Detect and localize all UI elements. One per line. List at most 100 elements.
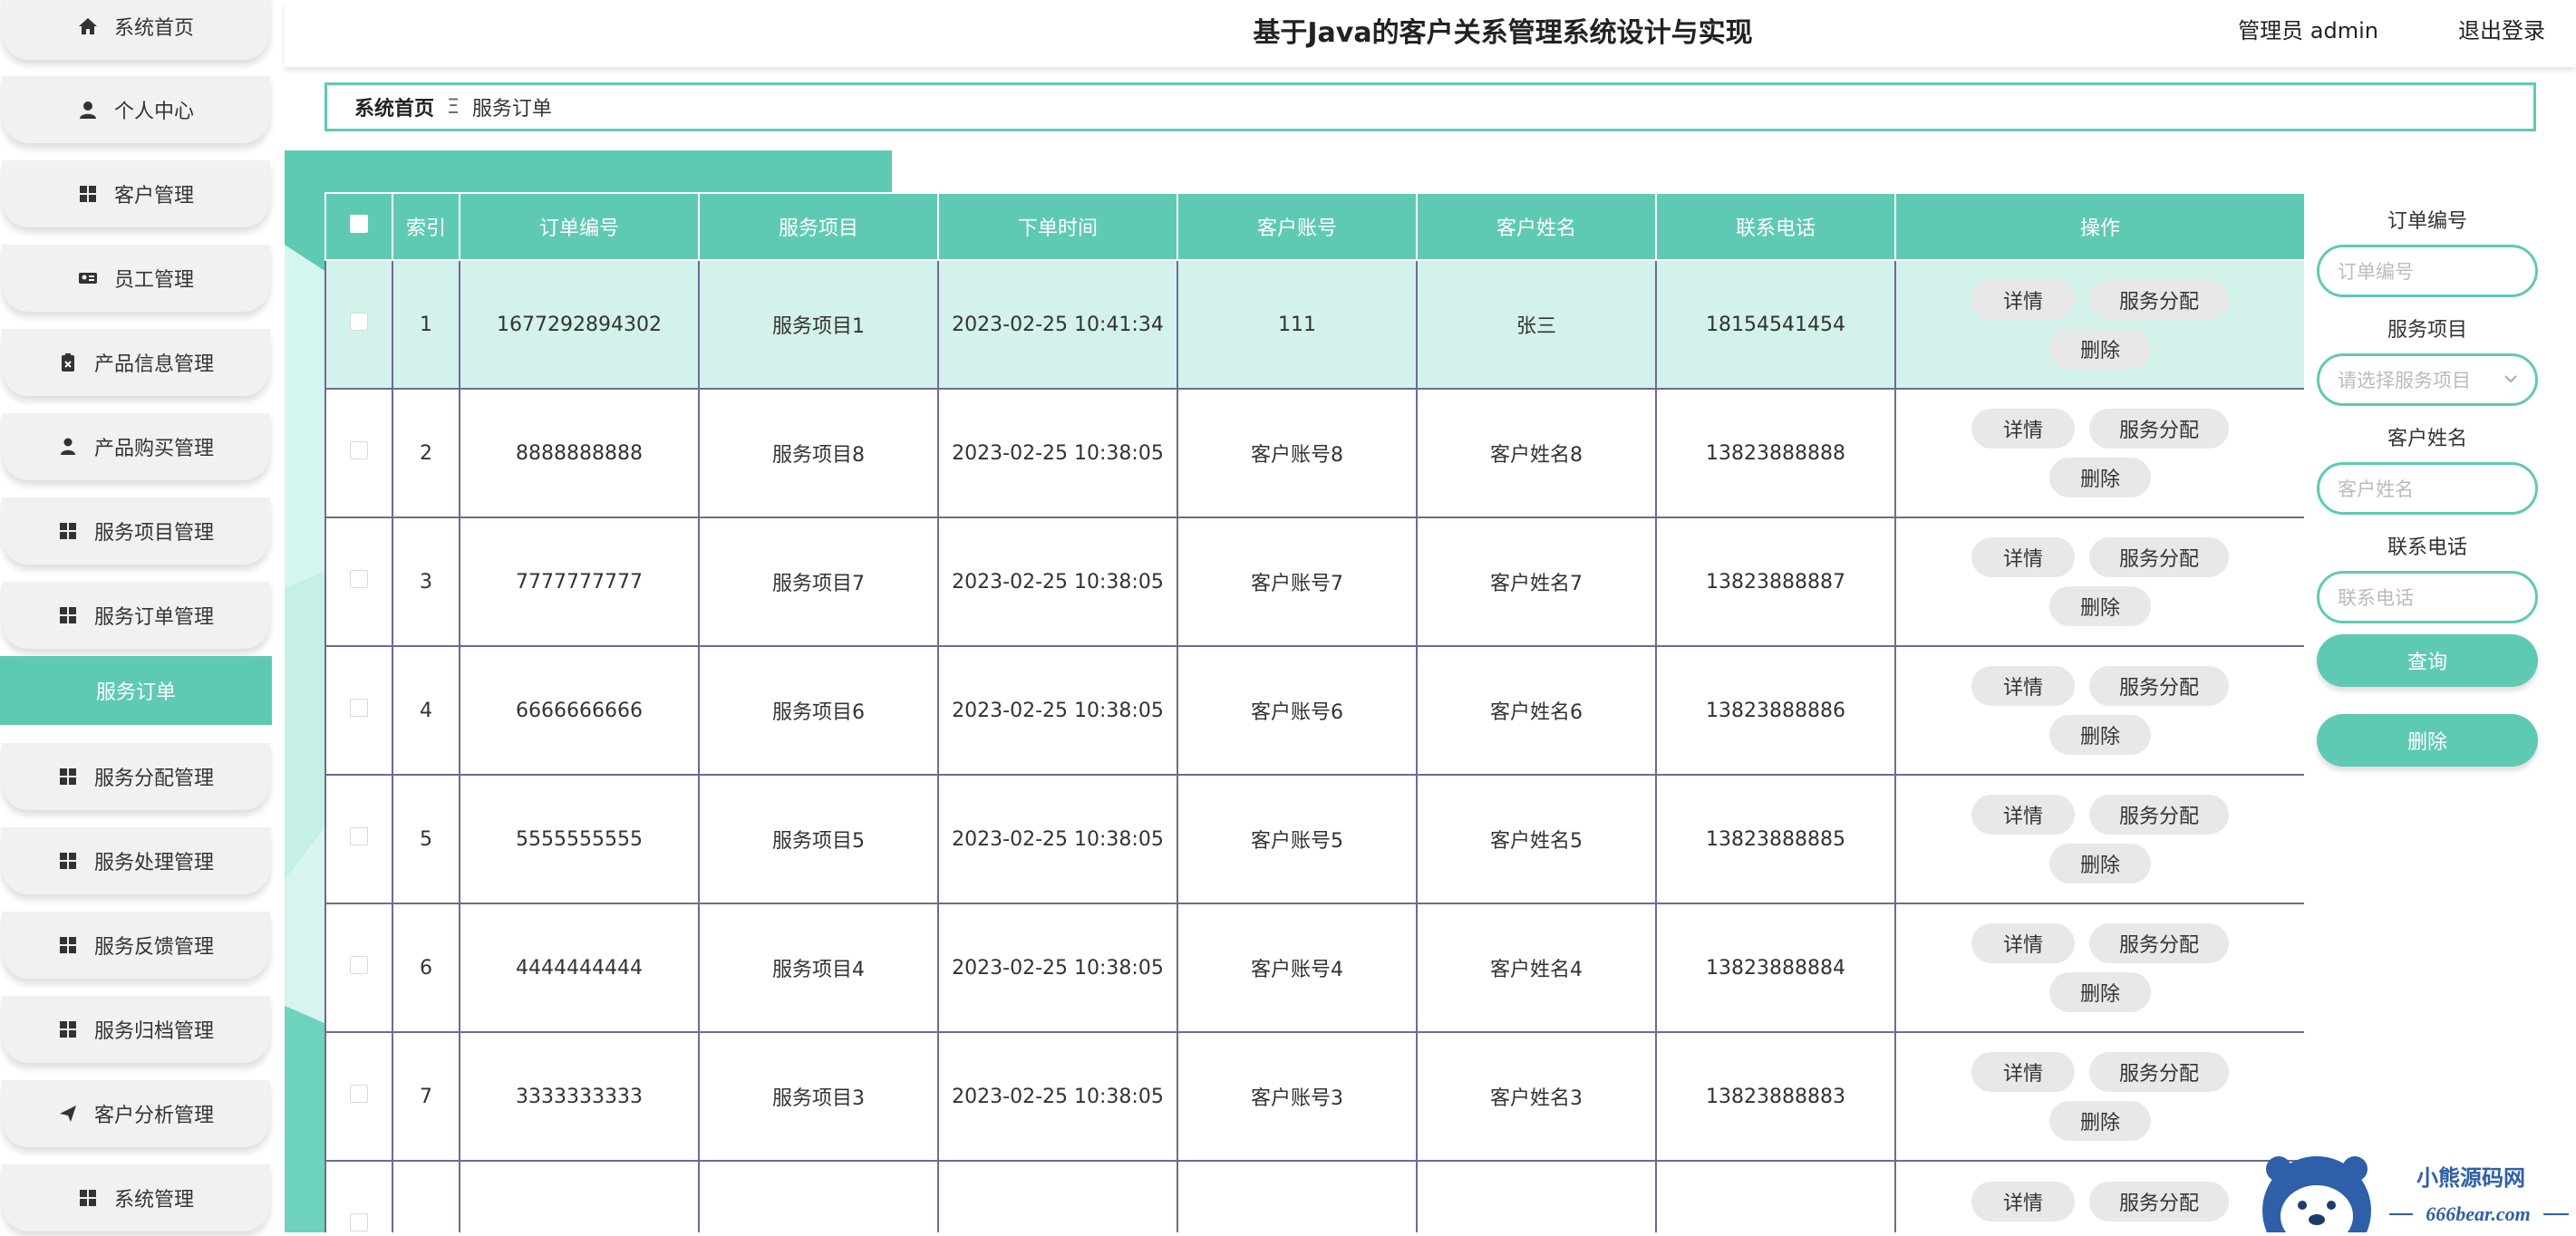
row-checkbox[interactable] [350,956,368,974]
row-checkbox[interactable] [350,1213,368,1231]
cell-name: 客户姓名7 [1416,517,1657,647]
assign-service-button[interactable]: 服务分配 [2089,537,2229,577]
sidebar-item-label: 产品购买管理 [93,438,214,460]
table-row[interactable]: 5 5555555555 服务项目5 2023-02-25 10:38:05 客户账号5… [324,774,2304,904]
cell-time: 2023-02-25 10:38:05 [937,388,1178,518]
column-header[interactable]: 服务项目 [698,192,939,261]
cell-phone: 18154541454 [1655,259,1896,390]
delete-row-button[interactable]: 删除 [2049,1101,2151,1141]
query-button[interactable]: 查询 [2317,634,2538,687]
logout-link[interactable]: 退出登录 [2458,13,2545,44]
sidebar-item[interactable]: 系统管理 [2,1164,270,1231]
cell-time: 2023-02-25 10:38:05 [937,1031,1178,1162]
sidebar-subitem-service-orders[interactable]: 服务订单 [0,656,272,725]
select-all-checkbox[interactable] [350,215,368,233]
sidebar-item[interactable]: 系统首页 [2,0,270,60]
column-header[interactable]: 订单编号 [459,192,700,261]
column-header[interactable]: 索引 [392,192,460,261]
assign-service-button[interactable]: 服务分配 [2089,409,2229,449]
row-select-cell [324,388,393,518]
row-select-cell [324,903,393,1033]
table-row[interactable]: 详情 服务分配 [324,1160,2304,1232]
table-row[interactable]: 7 3333333333 服务项目3 2023-02-25 10:38:05 客户账号3… [324,1031,2304,1162]
table-row[interactable]: 2 8888888888 服务项目8 2023-02-25 10:38:05 客户账号8… [324,388,2304,518]
row-checkbox[interactable] [350,827,368,845]
phone-input[interactable]: 联系电话 [2317,571,2538,623]
clipboard-icon [58,352,78,372]
cell-name: 客户姓名4 [1416,903,1657,1033]
sidebar-item[interactable]: 员工管理 [2,245,270,312]
grid-icon [58,767,78,787]
batch-delete-button[interactable]: 删除 [2317,714,2538,767]
table-header-row: 索引 订单编号 服务项目 下单时间 客户账号 客户姓名 联系电话 操作 [324,192,2304,261]
row-checkbox[interactable] [350,570,368,588]
delete-row-button[interactable]: 删除 [2049,329,2151,369]
sidebar-item[interactable]: 服务项目管理 [2,497,270,565]
delete-row-button[interactable]: 删除 [2049,972,2151,1012]
chevron-down-icon [2504,375,2517,383]
sidebar-item[interactable]: 产品购买管理 [2,413,270,480]
sidebar-item[interactable]: 产品信息管理 [2,329,270,396]
customer-name-input[interactable]: 客户姓名 [2317,462,2538,515]
row-actions-top: 详情 服务分配 [1971,1182,2229,1222]
assign-service-button[interactable]: 服务分配 [2089,666,2229,706]
grid-icon [58,935,78,955]
assign-service-button[interactable]: 服务分配 [2089,1052,2229,1092]
top-header: 基于Java的客户关系管理系统设计与实现 管理员 admin 退出登录 [285,0,2576,67]
row-checkbox[interactable] [350,1085,368,1103]
cell-phone: 13823888888 [1655,388,1896,518]
sidebar-item[interactable]: 服务归档管理 [2,996,270,1063]
row-actions: 详情 服务分配删除 [1894,388,2304,518]
sidebar-item[interactable]: 客户管理 [2,160,270,227]
row-checkbox[interactable] [350,441,368,459]
order-no-input[interactable]: 订单编号 [2317,245,2538,297]
detail-button[interactable]: 详情 [1971,666,2075,706]
row-select-cell [324,774,393,904]
delete-row-button[interactable]: 删除 [2049,586,2151,626]
grid-icon [58,1019,78,1039]
cell-index: 3 [392,517,460,647]
assign-service-button[interactable]: 服务分配 [2089,280,2229,320]
table-row[interactable]: 1 1677292894302 服务项目1 2023-02-25 10:41:34 11… [324,259,2304,390]
detail-button[interactable]: 详情 [1971,795,2075,835]
detail-button[interactable]: 详情 [1971,923,2075,963]
breadcrumb: 系统首页 Ξ 服务订单 [324,82,2536,131]
column-header[interactable]: 客户姓名 [1416,192,1657,261]
order-no-label: 订单编号 [2387,210,2467,233]
sidebar-item[interactable]: 服务处理管理 [2,827,270,894]
table-row[interactable]: 4 6666666666 服务项目6 2023-02-25 10:38:05 客户账号6… [324,645,2304,776]
sidebar-item[interactable]: 个人中心 [2,76,270,143]
sidebar-item[interactable]: 服务分配管理 [2,743,270,810]
assign-service-button[interactable]: 服务分配 [2089,795,2229,835]
sidebar-item-label: 系统首页 [113,17,194,40]
assign-service-button[interactable]: 服务分配 [2089,1182,2229,1222]
column-header[interactable]: 联系电话 [1655,192,1896,261]
detail-button[interactable]: 详情 [1971,1182,2075,1222]
column-header[interactable]: 客户账号 [1177,192,1418,261]
cell-service: 服务项目1 [698,259,939,390]
cell-time: 2023-02-25 10:38:05 [937,903,1178,1033]
grid-icon [58,605,78,625]
row-checkbox[interactable] [350,313,368,331]
cell-name: 客户姓名3 [1416,1031,1657,1162]
detail-button[interactable]: 详情 [1971,280,2075,320]
delete-row-button[interactable]: 删除 [2049,715,2151,755]
breadcrumb-current: 服务订单 [471,98,552,121]
sidebar-item[interactable]: 服务反馈管理 [2,912,270,979]
row-checkbox[interactable] [350,699,368,717]
left-decorative-panel [285,190,326,1232]
row-select-cell [324,517,393,647]
sidebar-item[interactable]: 服务订单管理 [2,582,270,649]
table-row[interactable]: 3 7777777777 服务项目7 2023-02-25 10:38:05 客户账号7… [324,517,2304,647]
table-row[interactable]: 6 4444444444 服务项目4 2023-02-25 10:38:05 客户账号4… [324,903,2304,1033]
detail-button[interactable]: 详情 [1971,537,2075,577]
column-header[interactable]: 下单时间 [937,192,1178,261]
delete-row-button[interactable]: 删除 [2049,844,2151,884]
sidebar-item[interactable]: 客户分析管理 [2,1080,270,1147]
detail-button[interactable]: 详情 [1971,409,2075,449]
service-select[interactable]: 请选择服务项目 [2317,353,2538,406]
breadcrumb-home[interactable]: 系统首页 [354,92,434,121]
assign-service-button[interactable]: 服务分配 [2089,923,2229,963]
delete-row-button[interactable]: 删除 [2049,458,2151,497]
detail-button[interactable]: 详情 [1971,1052,2075,1092]
